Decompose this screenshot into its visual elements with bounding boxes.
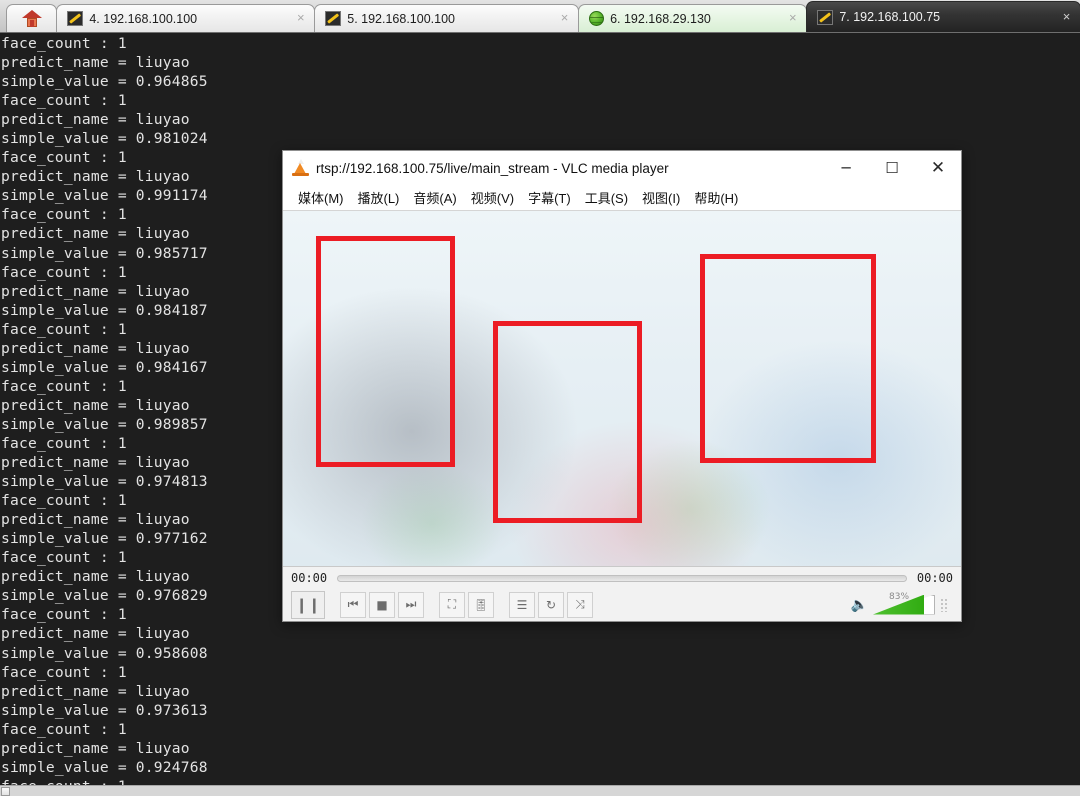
terminal-icon — [67, 11, 83, 26]
tab-label: 5. 192.168.100.100 — [347, 12, 553, 26]
seek-row: 00:00 00:00 — [283, 567, 961, 589]
tab-session-7[interactable]: 7. 192.168.100.75 × — [806, 1, 1080, 32]
menu-playback[interactable]: 播放(L) — [351, 188, 407, 207]
close-icon[interactable]: × — [785, 11, 800, 26]
total-time: 00:00 — [917, 571, 953, 585]
seek-slider[interactable] — [337, 575, 907, 582]
next-button[interactable]: ⏭ — [398, 592, 424, 618]
close-button[interactable]: ✕ — [915, 152, 961, 185]
previous-button[interactable]: ⏮ — [340, 592, 366, 618]
resize-grip-icon[interactable] — [940, 598, 949, 612]
fullscreen-button[interactable]: ⛶ — [439, 592, 465, 618]
tab-label: 4. 192.168.100.100 — [89, 12, 289, 26]
tab-session-4[interactable]: 4. 192.168.100.100 × — [56, 4, 315, 32]
menu-audio[interactable]: 音频(A) — [406, 188, 463, 207]
menu-tools[interactable]: 工具(S) — [578, 188, 635, 207]
globe-icon — [589, 11, 604, 26]
equalizer-button[interactable]: 🎚 — [468, 592, 494, 618]
vlc-title-bar[interactable]: rtsp://192.168.100.75/live/main_stream -… — [283, 151, 961, 185]
maximize-button[interactable]: ☐ — [869, 152, 915, 185]
tab-label: 7. 192.168.100.75 — [839, 10, 1055, 24]
volume-label: 83% — [889, 592, 909, 602]
vlc-menu-bar: 媒体(M) 播放(L) 音频(A) 视频(V) 字幕(T) 工具(S) 视图(I… — [283, 185, 961, 211]
menu-view[interactable]: 视图(I) — [635, 188, 687, 207]
window-title: rtsp://192.168.100.75/live/main_stream -… — [316, 161, 823, 176]
close-icon[interactable]: × — [1059, 10, 1074, 25]
tab-label: 6. 192.168.29.130 — [610, 12, 781, 26]
play-pause-button[interactable]: ❙❙ — [291, 591, 325, 619]
video-surface[interactable] — [283, 211, 961, 566]
speaker-icon[interactable]: 🔈 — [851, 596, 868, 613]
menu-help[interactable]: 帮助(H) — [687, 188, 745, 207]
vlc-window: rtsp://192.168.100.75/live/main_stream -… — [282, 150, 962, 622]
minimize-button[interactable]: ─ — [823, 152, 869, 185]
vlc-control-bar: 00:00 00:00 ❙❙ ⏮ ■ ⏭ ⛶ 🎚 ☰ ↻ ⤨ 🔈 8 — [283, 566, 961, 621]
transport-button-row: ❙❙ ⏮ ■ ⏭ ⛶ 🎚 ☰ ↻ ⤨ 🔈 83% — [283, 589, 961, 620]
tab-home[interactable] — [6, 4, 57, 32]
face-detection-box-1 — [316, 236, 456, 467]
terminal-icon — [817, 10, 833, 25]
home-icon — [22, 10, 42, 28]
stop-button[interactable]: ■ — [369, 592, 395, 618]
menu-video[interactable]: 视频(V) — [464, 188, 521, 207]
terminal-icon — [325, 11, 341, 26]
horizontal-scrollbar[interactable] — [0, 785, 1080, 796]
tab-bar: 4. 192.168.100.100 × 5. 192.168.100.100 … — [0, 0, 1080, 33]
playlist-button[interactable]: ☰ — [509, 592, 535, 618]
loop-button[interactable]: ↻ — [538, 592, 564, 618]
scrollbar-thumb[interactable] — [1, 787, 10, 796]
tab-session-6[interactable]: 6. 192.168.29.130 × — [578, 4, 807, 32]
close-icon[interactable]: × — [557, 11, 572, 26]
shuffle-button[interactable]: ⤨ — [567, 592, 593, 618]
volume-slider[interactable]: 83% — [873, 595, 935, 615]
face-detection-box-2 — [493, 321, 642, 523]
vlc-cone-icon — [292, 159, 309, 177]
elapsed-time: 00:00 — [291, 571, 327, 585]
menu-media[interactable]: 媒体(M) — [291, 188, 351, 207]
face-detection-box-3 — [700, 254, 876, 463]
volume-control[interactable]: 🔈 83% — [851, 595, 953, 615]
menu-subtitle[interactable]: 字幕(T) — [521, 188, 578, 207]
close-icon[interactable]: × — [293, 11, 308, 26]
tab-session-5[interactable]: 5. 192.168.100.100 × — [314, 4, 579, 32]
